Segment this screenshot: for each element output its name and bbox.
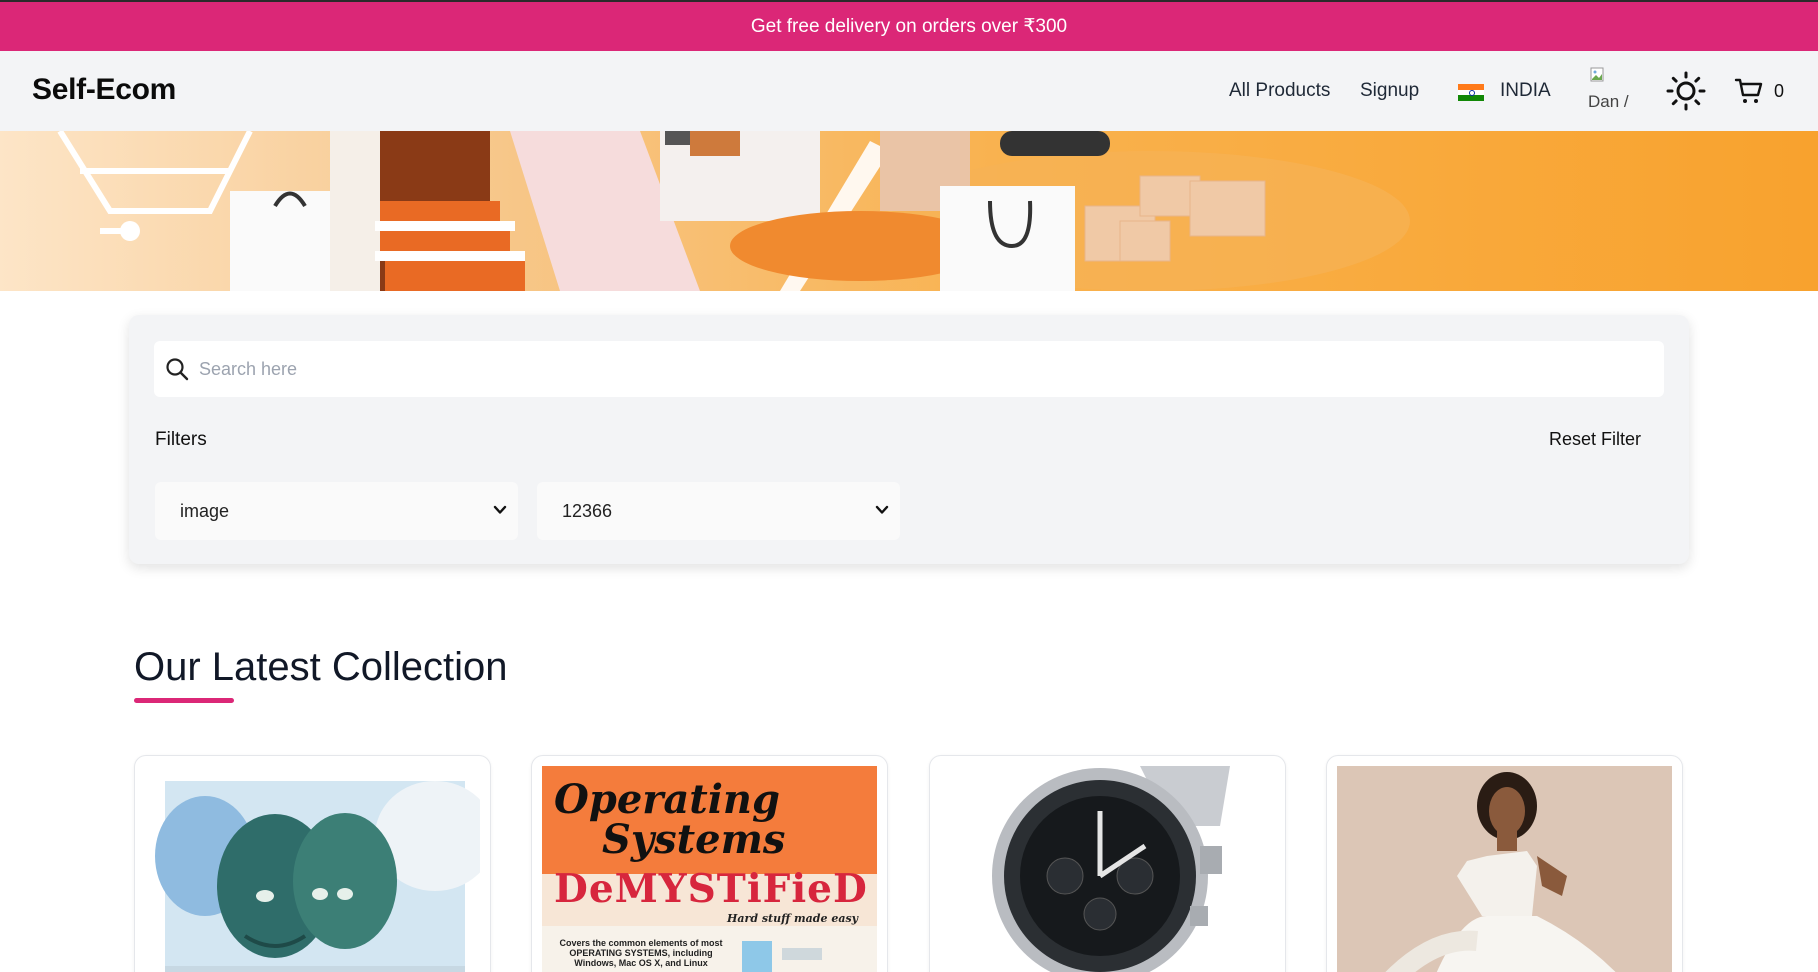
country-selector[interactable]: INDIA <box>1500 80 1551 102</box>
search-box[interactable] <box>154 341 1664 397</box>
reset-filter-button[interactable]: Reset Filter <box>1549 429 1641 450</box>
sun-icon[interactable] <box>1666 71 1706 111</box>
cart-icon[interactable] <box>1734 76 1764 106</box>
title-underline <box>134 698 234 703</box>
collection-title: Our Latest Collection <box>134 645 508 689</box>
search-input[interactable] <box>199 351 1639 387</box>
nav-signup[interactable]: Signup <box>1360 80 1419 102</box>
india-flag-icon[interactable] <box>1458 84 1484 102</box>
product-image-watch[interactable] <box>940 766 1275 972</box>
shopping-illustration <box>57 131 1410 291</box>
broken-image-icon <box>1590 67 1604 82</box>
product-card[interactable] <box>929 755 1286 972</box>
chevron-down-icon <box>493 505 507 514</box>
product-image-book[interactable]: Operating Systems DeMYSTiFieD Hard stuff… <box>542 766 877 972</box>
category-filter-select[interactable]: image <box>155 482 518 540</box>
product-card[interactable] <box>134 755 491 972</box>
search-icon <box>166 358 189 381</box>
cart-count: 0 <box>1774 81 1785 101</box>
book-blurb: Covers the common elements of most OPERA… <box>559 938 723 968</box>
price-filter-select[interactable]: 12366 <box>537 482 900 540</box>
avatar[interactable]: Dan / <box>1588 67 1640 115</box>
book-title-line3: DeMYSTiFieD <box>554 866 868 912</box>
product-card[interactable]: Operating Systems DeMYSTiFieD Hard stuff… <box>531 755 888 972</box>
brand-logo[interactable]: Self-Ecom <box>32 73 176 107</box>
product-image-dress[interactable] <box>1337 766 1672 972</box>
announcement-text: Get free delivery on orders over ₹300 <box>750 16 1068 37</box>
filters-heading: Filters <box>155 429 207 450</box>
price-filter-value: 12366 <box>562 500 613 521</box>
nav-all-products[interactable]: All Products <box>1229 80 1330 102</box>
chevron-down-icon <box>875 505 889 514</box>
product-image-painting[interactable] <box>145 766 480 972</box>
book-tagline: Hard stuff made easy <box>727 912 859 925</box>
product-card[interactable] <box>1326 755 1683 972</box>
avatar-alt-text: Dan / <box>1588 92 1629 111</box>
announcement-bar: Get free delivery on orders over ₹300 <box>0 0 1818 51</box>
book-title-line2: Systems <box>602 816 786 863</box>
navbar: Self-Ecom All Products Signup INDIA Dan … <box>0 51 1818 131</box>
category-filter-value: image <box>180 500 230 521</box>
hero-banner <box>0 131 1818 291</box>
search-filter-panel: Filters Reset Filter image 12366 <box>129 315 1689 564</box>
